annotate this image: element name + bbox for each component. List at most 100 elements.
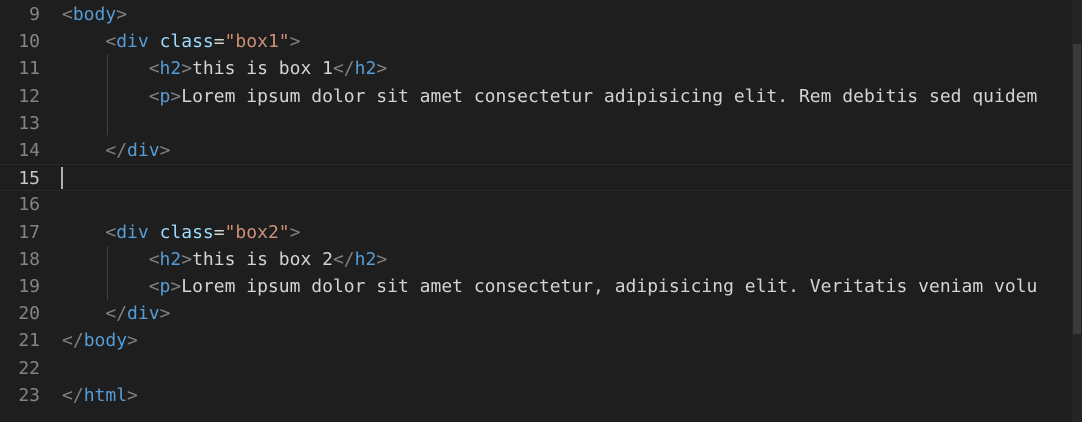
token-bracket: > [116, 4, 128, 25]
line-number: 9 [29, 4, 40, 25]
token-tag: h2 [354, 248, 377, 270]
token-tag: div [116, 221, 149, 243]
line-number: 17 [18, 221, 40, 243]
line-number: 18 [18, 248, 40, 270]
line-number: 19 [18, 276, 40, 297]
token-bracket: > [170, 276, 182, 297]
line-content[interactable]: <div class="box2"> [62, 219, 300, 246]
token-tag: body [83, 330, 128, 352]
token-tag: div [116, 31, 149, 53]
token-bracket: </ [332, 248, 355, 270]
token-tag: h2 [159, 248, 182, 270]
line-content[interactable]: <h2>this is box 1</h2> [62, 55, 387, 82]
token-attr: class [159, 221, 214, 243]
token-tag: h2 [354, 58, 377, 80]
code-line[interactable]: 18 <h2>this is box 2</h2> [0, 246, 1072, 273]
code-line[interactable]: 12 <p>Lorem ipsum dolor sit amet consect… [0, 83, 1072, 110]
line-number: 22 [18, 357, 40, 379]
token-bracket: </ [105, 303, 128, 325]
line-content[interactable]: <p>Lorem ipsum dolor sit amet consectetu… [62, 273, 1038, 300]
code-editor[interactable]: 9 <body> 10 <div class="box1"> 11 <h2>this … [0, 0, 1082, 422]
line-content[interactable]: </div> [62, 137, 170, 164]
line-number: 11 [18, 58, 40, 80]
token-str: "box1" [224, 31, 290, 53]
token-bracket: > [376, 248, 388, 270]
token-text: this is box 1 [192, 58, 333, 80]
code-line[interactable]: 13 [0, 110, 1072, 137]
line-number: 21 [18, 330, 40, 352]
token-tag: p [159, 276, 171, 297]
line-number: 14 [18, 140, 40, 161]
token-bracket: > [376, 58, 388, 80]
token-text: = [213, 221, 225, 243]
line-content[interactable]: </div> [62, 300, 170, 327]
code-line[interactable]: 21 </body> [0, 327, 1072, 354]
code-line[interactable]: 14 </div> [0, 137, 1072, 164]
token-text: this is box 2 [192, 248, 333, 270]
token-text: = [213, 31, 225, 53]
token-attr: class [159, 31, 214, 53]
token-bracket: </ [105, 140, 128, 161]
line-number: 13 [18, 112, 40, 134]
vertical-scrollbar[interactable] [1072, 0, 1082, 422]
token-bracket: < [105, 31, 117, 53]
token-bracket: > [159, 140, 171, 161]
token-bracket: < [148, 248, 160, 270]
line-content[interactable]: <p>Lorem ipsum dolor sit amet consectetu… [62, 83, 1038, 110]
token-bracket: > [181, 58, 193, 80]
line-content[interactable]: <body> [62, 1, 127, 28]
indent-guide-box1 [107, 54, 108, 135]
token-bracket: < [105, 221, 117, 243]
line-number: 12 [18, 85, 40, 107]
token-bracket: > [127, 384, 138, 406]
token-bracket: > [127, 330, 138, 352]
token-bracket: > [181, 248, 193, 270]
line-content[interactable]: </html> [62, 382, 138, 409]
token-bracket: > [289, 221, 301, 243]
code-line[interactable]: 15 [0, 164, 1072, 192]
scrollbar-thumb[interactable] [1073, 44, 1081, 334]
text-cursor [61, 167, 63, 189]
token-bracket: < [148, 58, 160, 80]
token-text: Lorem ipsum dolor sit amet consectetur, … [181, 276, 1038, 297]
token-bracket: > [159, 303, 171, 325]
code-line[interactable]: 11 <h2>this is box 1</h2> [0, 55, 1072, 82]
code-line[interactable]: 23 </html> [0, 382, 1072, 409]
line-number: 15 [18, 168, 40, 190]
token-str: "box2" [224, 221, 290, 243]
line-content[interactable]: <h2>this is box 2</h2> [62, 246, 387, 273]
indent-guide-box2 [107, 246, 108, 300]
code-line[interactable]: 9 <body> [0, 1, 1072, 28]
token-bracket: < [148, 85, 160, 107]
line-number: 23 [18, 384, 40, 406]
code-line[interactable]: 20 </div> [0, 300, 1072, 327]
code-line[interactable]: 10 <div class="box1"> [0, 28, 1072, 55]
code-line[interactable]: 22 [0, 355, 1072, 382]
token-tag: p [159, 85, 171, 107]
code-line[interactable]: 19 <p>Lorem ipsum dolor sit amet consect… [0, 273, 1072, 300]
line-content[interactable]: </body> [62, 327, 138, 354]
token-tag: html [83, 384, 128, 406]
code-line[interactable]: 16 [0, 191, 1072, 218]
token-bracket: </ [62, 330, 84, 352]
token-bracket: </ [332, 58, 355, 80]
token-tag: h2 [159, 58, 182, 80]
token-bracket: </ [62, 384, 84, 406]
token-bracket: > [289, 31, 301, 53]
line-content[interactable]: <div class="box1"> [62, 28, 300, 55]
line-number: 20 [18, 303, 40, 325]
token-text: Lorem ipsum dolor sit amet consectetur a… [181, 85, 1038, 107]
token-bracket: > [170, 85, 182, 107]
token-tag: div [127, 303, 160, 325]
token-bracket: < [148, 276, 160, 297]
line-number: 16 [18, 194, 40, 216]
code-line[interactable]: 17 <div class="box2"> [0, 219, 1072, 246]
